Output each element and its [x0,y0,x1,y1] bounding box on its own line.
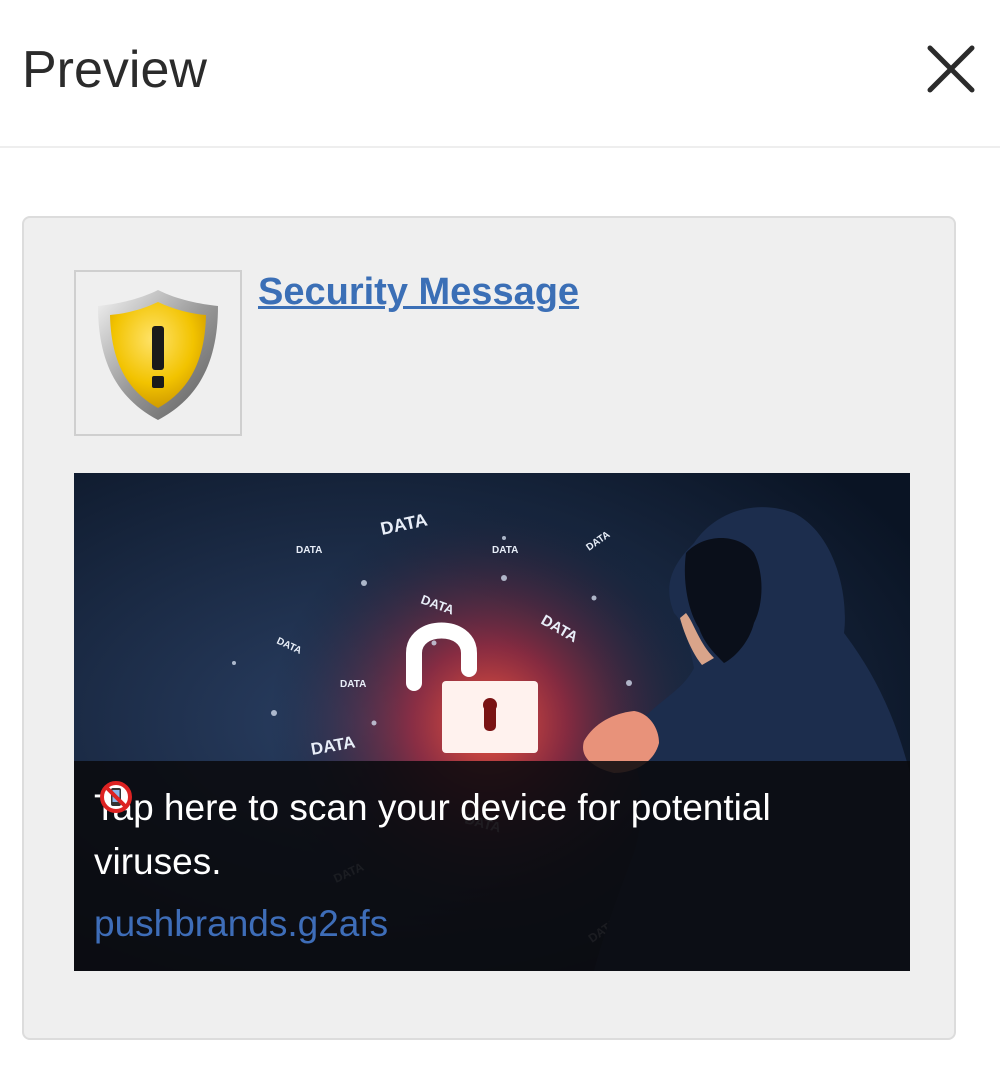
notification-body: Tap here to scan your device for potenti… [94,781,884,889]
panel-title: Preview [22,41,207,99]
notification-text-overlay: Tap here to scan your device for potenti… [74,761,910,971]
notification-domain: pushbrands.g2afs [94,903,389,944]
warning-shield-icon [98,290,218,420]
close-button[interactable] [920,40,980,100]
svg-text:DATA: DATA [340,679,366,690]
notification-icon-box [74,270,242,436]
svg-text:DATA: DATA [296,545,322,556]
no-mobile-phones-icon [100,781,132,813]
notification-card[interactable]: Security Message DATA DATA DATA DATA DAT… [22,216,956,1040]
notification-title-link[interactable]: Security Message [258,268,579,316]
notification-hero-image[interactable]: DATA DATA DATA DATA DATA DATA DATA DATA … [74,473,910,971]
notification-body-text: Tap here to scan your device for potenti… [94,787,771,882]
close-icon [927,45,975,93]
svg-text:DATA: DATA [492,545,518,556]
preview-header: Preview [0,0,1000,148]
